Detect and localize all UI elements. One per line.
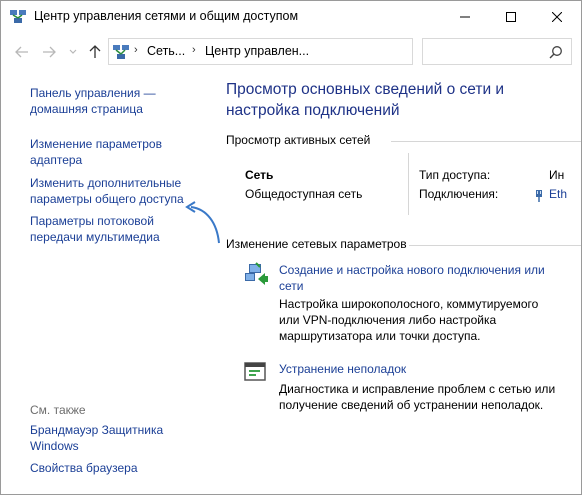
troubleshoot-icon — [243, 361, 269, 385]
link-control-panel-home[interactable]: Панель управления — — [30, 85, 156, 101]
task-description: Диагностика и исправление проблем с сеть… — [279, 382, 556, 396]
connection-ethernet-link[interactable]: Eth — [549, 187, 567, 201]
troubleshoot-link[interactable]: Устранение неполадок — [279, 361, 406, 377]
divider — [391, 141, 581, 142]
task-description: или VPN-подключения либо настройка — [279, 313, 497, 327]
left-pane: Панель управления — домашняя страница Из… — [1, 71, 211, 494]
link-media-streaming[interactable]: Параметры потоковой — [30, 213, 154, 229]
link-change-adapter-settings[interactable]: адаптера — [30, 152, 82, 168]
link-media-streaming[interactable]: передачи мультимедиа — [30, 229, 160, 245]
search-input[interactable] — [422, 38, 572, 65]
address-bar[interactable]: › Сеть... › Центр управлен... — [108, 38, 505, 65]
divider — [408, 153, 409, 215]
breadcrumb-chevron-icon[interactable]: › — [134, 44, 138, 56]
link-change-adapter-settings[interactable]: Изменение параметров — [30, 136, 162, 152]
window: Центр управления сетями и общим доступом — [0, 0, 582, 495]
task-description: получение сведений об устранении неполад… — [279, 398, 544, 412]
setup-new-connection-link[interactable]: Создание и настройка нового подключения … — [279, 262, 545, 278]
link-internet-options[interactable]: Свойства браузера — [30, 460, 138, 476]
breadcrumb-chevron-icon[interactable]: › — [192, 44, 196, 56]
network-category: Общедоступная сеть — [245, 187, 363, 201]
main-pane: Просмотр основных сведений о сети и наст… — [211, 71, 581, 494]
link-windows-defender-firewall[interactable]: Windows — [30, 438, 79, 454]
minimize-button[interactable] — [442, 1, 488, 33]
page-title: Просмотр основных сведений о сети и наст… — [226, 79, 576, 121]
task-description: маршрутизатора или точки доступа. — [279, 329, 481, 343]
link-control-panel-home[interactable]: домашняя страница — [30, 101, 143, 117]
network-center-icon — [10, 10, 26, 24]
link-windows-defender-firewall[interactable]: Брандмауэр Защитника — [30, 422, 163, 438]
up-button[interactable] — [85, 42, 105, 62]
breadcrumb-network-center[interactable]: Центр управлен... — [205, 44, 309, 58]
forward-button[interactable] — [39, 42, 59, 62]
task-description: Настройка широкополосного, коммутируемог… — [279, 297, 539, 311]
search-icon[interactable] — [549, 45, 563, 59]
maximize-button[interactable] — [488, 1, 534, 33]
page-title-line: Просмотр основных сведений о сети и — [226, 81, 505, 98]
link-advanced-sharing-settings[interactable]: Изменить дополнительные — [30, 175, 181, 191]
active-networks-heading: Просмотр активных сетей — [226, 133, 371, 147]
link-advanced-sharing-settings[interactable]: параметры общего доступа — [30, 191, 184, 207]
back-button[interactable] — [12, 42, 32, 62]
network-name: Сеть — [245, 168, 274, 182]
window-title: Центр управления сетями и общим доступом — [34, 9, 299, 23]
recent-dropdown-button[interactable] — [63, 42, 83, 62]
navigation-bar: › Сеть... › Центр управлен... — [1, 33, 581, 71]
change-settings-heading: Изменение сетевых параметров — [226, 237, 407, 251]
divider — [409, 245, 581, 246]
see-also-heading: См. также — [30, 403, 86, 417]
title-bar: Центр управления сетями и общим доступом — [1, 1, 581, 33]
connections-label: Подключения: — [419, 187, 499, 201]
setup-new-connection-link[interactable]: сети — [279, 278, 303, 294]
network-center-icon — [113, 44, 129, 60]
page-title-line: настройка подключений — [226, 102, 400, 119]
access-type-value: Ин — [549, 168, 565, 182]
breadcrumb-network[interactable]: Сеть... — [147, 44, 185, 58]
new-connection-icon — [243, 261, 269, 285]
close-button[interactable] — [534, 1, 580, 33]
ethernet-icon — [533, 189, 545, 203]
access-type-label: Тип доступа: — [419, 168, 491, 182]
